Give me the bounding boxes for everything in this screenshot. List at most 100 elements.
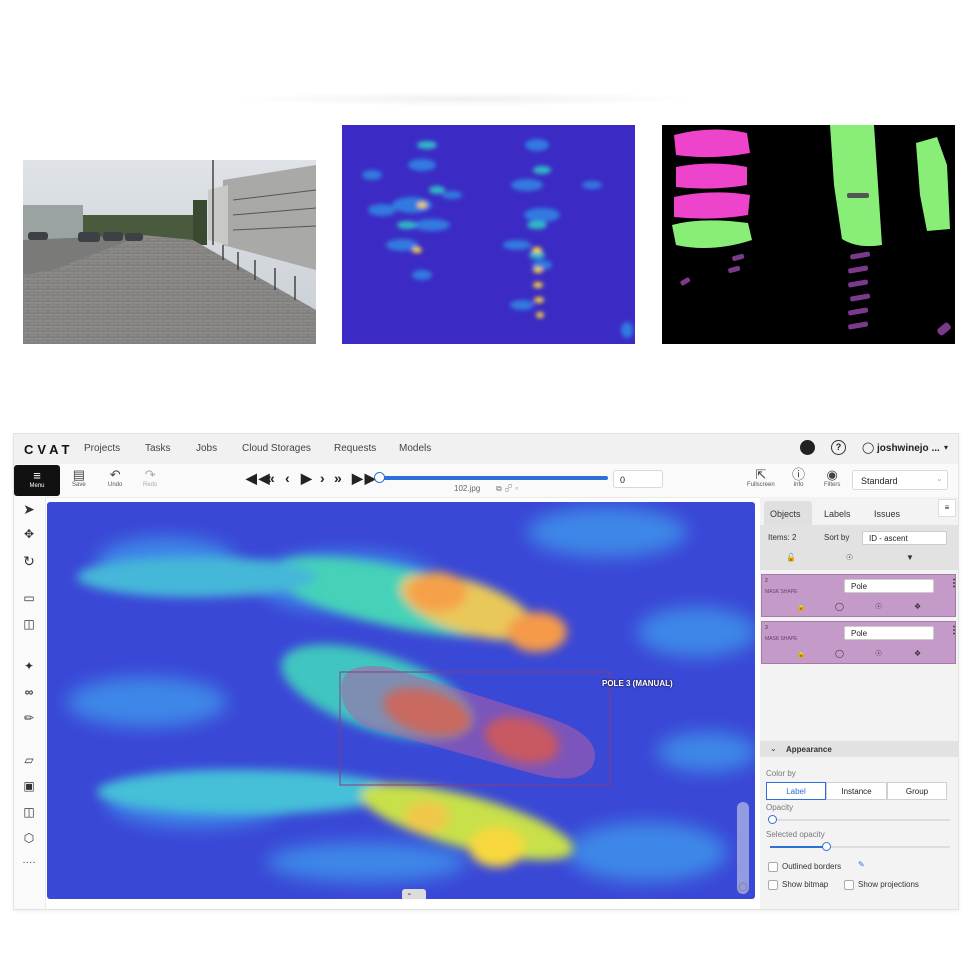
fast-forward-icon[interactable]: »: [334, 470, 344, 486]
undo-button[interactable]: ↶ Undo: [108, 467, 123, 489]
annotation-label: POLE 3 (MANUAL): [602, 679, 673, 688]
menu-button[interactable]: ≡ Menu: [14, 465, 60, 496]
opacity-slider-handle[interactable]: [768, 815, 777, 824]
outlined-borders-checkbox[interactable]: [768, 862, 778, 872]
tab-labels[interactable]: Labels: [824, 509, 851, 519]
sort-select[interactable]: ID - ascent: [862, 531, 947, 545]
cursor-icon[interactable]: ➤: [19, 501, 39, 518]
previous-frame-icon[interactable]: ‹: [285, 470, 292, 486]
next-frame-icon[interactable]: ›: [320, 470, 327, 486]
question-circle-icon[interactable]: ?: [831, 440, 846, 455]
lock-icon[interactable]: 🔓: [796, 649, 806, 658]
filters-button[interactable]: ◉ Filters: [824, 467, 840, 489]
nav-projects[interactable]: Projects: [84, 443, 120, 454]
fullscreen-label: Fullscreen: [747, 482, 775, 488]
annotation-canvas[interactable]: [47, 502, 755, 899]
nav-requests[interactable]: Requests: [334, 443, 376, 454]
cuboid-icon[interactable]: ▣: [19, 779, 39, 793]
sort-label: Sort by: [824, 533, 850, 542]
pin-icon[interactable]: ❖: [914, 649, 921, 658]
user-icon[interactable]: ◯: [835, 602, 844, 611]
nav-cloud-storages[interactable]: Cloud Storages: [242, 443, 311, 454]
magic-wand-icon[interactable]: ✦: [19, 659, 39, 673]
undo-label: Undo: [108, 482, 123, 488]
nav-jobs[interactable]: Jobs: [196, 443, 217, 454]
fullscreen-button[interactable]: ⇱ Fullscreen: [747, 467, 775, 489]
street-photo: [23, 160, 316, 344]
frame-slider[interactable]: [378, 476, 608, 480]
chevron-up-icon[interactable]: ⌃: [406, 892, 413, 901]
more-icon[interactable]: ⋮: [949, 578, 958, 589]
zoom-region-icon[interactable]: ◫: [19, 617, 39, 631]
eye-icon[interactable]: ☉: [875, 649, 882, 658]
tab-objects[interactable]: Objects: [770, 509, 801, 519]
show-bitmap-checkbox[interactable]: [768, 880, 778, 890]
info-label: Info: [793, 482, 804, 488]
rectangle-icon[interactable]: ▱: [19, 753, 39, 767]
user-menu[interactable]: joshwinejo ...: [877, 443, 940, 454]
eye-icon[interactable]: ☉: [846, 553, 853, 562]
sidebar-collapse-icon[interactable]: ≡: [938, 499, 956, 517]
save-icon: ▤: [72, 467, 85, 482]
items-count: Items: 2: [768, 533, 797, 542]
object-card-3[interactable]: 3 MASK SHAPE Pole ⋮ 🔓 ◯ ☉ ❖: [761, 621, 958, 664]
object-type: MASK SHAPE: [765, 636, 798, 642]
frame-number-input[interactable]: 0: [613, 470, 663, 488]
nav-tasks[interactable]: Tasks: [145, 443, 171, 454]
user-icon: ◯: [862, 442, 875, 454]
info-icon: ⓘ: [792, 467, 806, 482]
copy-link-delete-icons[interactable]: ⧉☍▫: [496, 484, 521, 494]
move-icon[interactable]: ✥: [19, 527, 39, 541]
undo-icon: ↶: [109, 467, 121, 482]
chevron-down-icon: ⌄: [770, 744, 777, 753]
left-tools-panel: ➤ ✥ ↻ ▭ ◫ ✦ ∞ ✏ ▱ ▣ ◫ ⬡ ····: [14, 497, 46, 909]
color-by-instance-option[interactable]: Instance: [826, 782, 887, 800]
object-type: MASK SHAPE: [765, 589, 798, 595]
appearance-title: Appearance: [786, 745, 832, 754]
object-label-select[interactable]: Pole: [844, 579, 934, 593]
more-tools-icon[interactable]: ····: [19, 857, 39, 868]
redo-label: Redo: [143, 482, 158, 488]
info-button[interactable]: ⓘ Info: [792, 467, 806, 489]
more-icon[interactable]: ⋮: [949, 625, 958, 636]
nav-models[interactable]: Models: [399, 443, 431, 454]
eye-icon[interactable]: ☉: [875, 602, 882, 611]
ai-tools-icon[interactable]: ∞: [19, 685, 39, 699]
brush-icon[interactable]: ✏: [19, 711, 39, 725]
menu-label: Menu: [29, 483, 45, 489]
lock-icon[interactable]: 🔓: [796, 602, 806, 611]
color-by-group-option[interactable]: Group: [887, 782, 947, 800]
color-by-label-option[interactable]: Label: [766, 782, 826, 800]
top-shadow: [230, 92, 700, 106]
frame-slider-handle[interactable]: [374, 472, 385, 483]
pin-icon[interactable]: ❖: [914, 602, 921, 611]
color-picker-icon[interactable]: ✎: [858, 860, 865, 869]
fullscreen-icon: ⇱: [755, 467, 767, 482]
tab-issues[interactable]: Issues: [874, 509, 900, 519]
redo-button[interactable]: ↷ Redo: [143, 468, 158, 489]
cvat-logo[interactable]: CVAT: [24, 442, 73, 457]
lock-icon[interactable]: 🔓: [786, 553, 796, 562]
caret-down-icon[interactable]: ▼: [906, 553, 914, 562]
top-navigation-bar: CVAT Projects Tasks Jobs Cloud Storages …: [14, 434, 958, 465]
object-label-select[interactable]: Pole: [844, 626, 934, 640]
workspace-select[interactable]: Standard: [852, 470, 948, 490]
object-id: 2: [765, 578, 768, 584]
opacity-slider[interactable]: [770, 819, 950, 821]
save-button[interactable]: ▤ Save: [72, 467, 86, 489]
selected-opacity-handle[interactable]: [822, 842, 831, 851]
user-icon[interactable]: ◯: [835, 649, 844, 658]
selected-opacity-fill: [770, 846, 825, 848]
caret-down-icon[interactable]: ▾: [944, 443, 948, 452]
polygon-icon[interactable]: ⬡: [19, 831, 39, 845]
show-projections-checkbox[interactable]: [844, 880, 854, 890]
play-icon[interactable]: ▶: [301, 470, 314, 487]
filter-icon: ◉: [826, 467, 838, 482]
github-icon[interactable]: [800, 440, 815, 455]
object-card-2[interactable]: 2 MASK SHAPE Pole ⋮ 🔓 ◯ ☉ ❖: [761, 574, 958, 617]
split-icon[interactable]: ◫: [19, 805, 39, 819]
fit-icon[interactable]: ▭: [19, 591, 39, 605]
rotate-icon[interactable]: ↻: [19, 553, 39, 570]
show-bitmap-label: Show bitmap: [782, 880, 829, 889]
fast-backward-icon[interactable]: «: [267, 470, 277, 486]
